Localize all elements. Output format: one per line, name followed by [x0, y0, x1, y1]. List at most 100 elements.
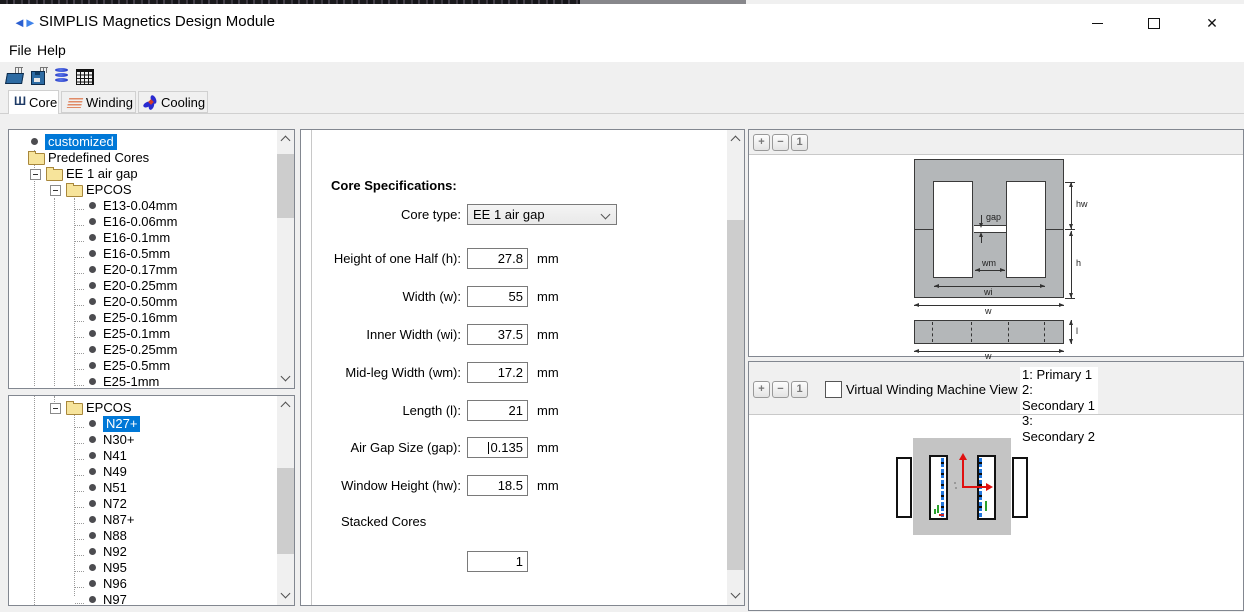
tree-item-n95[interactable]: N95 [9, 560, 269, 576]
bullet-icon [89, 580, 96, 587]
tree-item-e20-0-50mm[interactable]: E20-0.50mm [9, 294, 269, 310]
tree-item-e16-0-5mm[interactable]: E16-0.5mm [9, 246, 269, 262]
parameter-table-icon[interactable] [76, 67, 94, 85]
tree-item-e25-1mm[interactable]: E25-1mm [9, 374, 269, 390]
field-label: Mid-leg Width (wm): [311, 365, 461, 380]
axis-origin-mark [954, 482, 956, 484]
maximize-button[interactable] [1131, 8, 1177, 40]
tree-item-n41[interactable]: N41 [9, 448, 269, 464]
core-window-right [1006, 181, 1046, 278]
tree-item-e20-0-17mm[interactable]: E20-0.17mm [9, 262, 269, 278]
bullet-icon [89, 330, 96, 337]
hw-arrow [1069, 182, 1073, 187]
tree-item-n72[interactable]: N72 [9, 496, 269, 512]
tree-item-ee-1-air-gap[interactable]: EE 1 air gap [9, 166, 269, 182]
zoom-in-button[interactable]: + [753, 381, 770, 398]
tree-item-n88[interactable]: N88 [9, 528, 269, 544]
scroll-down-button[interactable] [277, 587, 294, 604]
menu-file[interactable]: File [5, 38, 36, 62]
height-input[interactable]: 27.8 [467, 248, 528, 269]
tree-item-predefined-cores[interactable]: Predefined Cores [9, 150, 269, 166]
expand-collapse-box[interactable] [50, 403, 61, 414]
tree-stub-line [75, 257, 84, 258]
tree-item-e13-0-04mm[interactable]: E13-0.04mm [9, 198, 269, 214]
scroll-up-button[interactable] [727, 131, 744, 148]
vwm-checkbox-label: Virtual Winding Machine View [846, 382, 1018, 397]
zoom-reset-button[interactable]: 1 [791, 381, 808, 398]
tree-stub-line [75, 459, 84, 460]
field-value: 1 [516, 554, 523, 569]
tree-item-epcos[interactable]: EPCOS [9, 182, 269, 198]
open-icon[interactable] [6, 67, 24, 85]
midleg-width-input[interactable]: 17.2 [467, 362, 528, 383]
wi-label: wi [984, 288, 993, 297]
save-icon-label [34, 78, 40, 82]
tree-item-n30-[interactable]: N30+ [9, 432, 269, 448]
scroll-up-button[interactable] [277, 131, 294, 148]
w-label: w [985, 307, 992, 316]
bullet-icon [89, 378, 96, 385]
air-gap-input[interactable]: 0.135 [467, 437, 528, 458]
tree-stub-line [75, 385, 84, 386]
winding-legend: 1: Primary 1 2: Secondary 1 3: Secondary… [1020, 367, 1098, 414]
width-input[interactable]: 55 [467, 286, 528, 307]
tree-item-n92[interactable]: N92 [9, 544, 269, 560]
stacked-cores-input[interactable]: 1 [467, 551, 528, 572]
scroll-down-button[interactable] [277, 370, 294, 387]
tree-item-label: E16-0.5mm [103, 246, 170, 262]
expand-collapse-box[interactable] [30, 169, 41, 180]
tree-item-customized[interactable]: customized [9, 134, 269, 150]
zoom-reset-button[interactable]: 1 [791, 134, 808, 151]
chevron-down-icon [281, 589, 291, 599]
tree-item-n96[interactable]: N96 [9, 576, 269, 592]
tree-item-label: EPCOS [86, 182, 132, 198]
zoom-out-button[interactable]: − [772, 134, 789, 151]
tree-item-n51[interactable]: N51 [9, 480, 269, 496]
scrollbar-thumb[interactable] [727, 220, 744, 570]
tree-item-n97[interactable]: N97 [9, 592, 269, 608]
tree-item-e25-0-1mm[interactable]: E25-0.1mm [9, 326, 269, 342]
window-height-input[interactable]: 18.5 [467, 475, 528, 496]
core-type-select[interactable]: EE 1 air gap [467, 204, 617, 225]
tree-item-e16-0-06mm[interactable]: E16-0.06mm [9, 214, 269, 230]
vwm-checkbox[interactable] [825, 381, 842, 398]
tree-item-epcos[interactable]: EPCOS [9, 400, 269, 416]
tree-item-n87-[interactable]: N87+ [9, 512, 269, 528]
tree-item-n49[interactable]: N49 [9, 464, 269, 480]
menu-help[interactable]: Help [33, 38, 70, 62]
tab-winding[interactable]: Winding [61, 91, 136, 113]
scrollbar-thumb[interactable] [277, 154, 294, 218]
tree-item-e20-0-25mm[interactable]: E20-0.25mm [9, 278, 269, 294]
tree-item-label: N97 [103, 592, 127, 608]
tree-item-e16-0-1mm[interactable]: E16-0.1mm [9, 230, 269, 246]
wm-arrow [975, 268, 980, 272]
scroll-up-button[interactable] [277, 397, 294, 414]
scrollbar-thumb[interactable] [277, 468, 294, 554]
zoom-in-button[interactable]: + [753, 134, 770, 151]
tab-cooling[interactable]: Cooling [138, 91, 208, 113]
save-icon[interactable] [31, 67, 49, 85]
scroll-down-button[interactable] [727, 587, 744, 604]
winding-mark-green [937, 505, 939, 513]
zoom-out-button[interactable]: − [772, 381, 789, 398]
tree-item-e25-0-25mm[interactable]: E25-0.25mm [9, 342, 269, 358]
tree-stub-line [75, 209, 84, 210]
length-input[interactable]: 21 [467, 400, 528, 421]
field-unit: mm [537, 478, 559, 493]
inner-width-input[interactable]: 37.5 [467, 324, 528, 345]
field-unit: mm [537, 251, 559, 266]
side-dash [1008, 322, 1009, 342]
tree-item-e25-0-16mm[interactable]: E25-0.16mm [9, 310, 269, 326]
tree-item-label: Predefined Cores [48, 150, 149, 166]
hw-dim-line [1071, 182, 1072, 229]
close-button[interactable]: ✕ [1189, 8, 1235, 40]
minimize-button[interactable] [1074, 8, 1120, 40]
core-type-label: Core type: [311, 207, 461, 222]
core-view-toolbar [749, 130, 1243, 155]
materials-stack-icon[interactable] [54, 67, 72, 85]
tree-item-n27-[interactable]: N27+ [9, 416, 269, 432]
core-tree-panel: customizedPredefined CoresEE 1 air gapEP… [8, 129, 295, 389]
tab-core[interactable]: Ш Core [8, 90, 59, 114]
tree-item-e25-0-5mm[interactable]: E25-0.5mm [9, 358, 269, 374]
expand-collapse-box[interactable] [50, 185, 61, 196]
